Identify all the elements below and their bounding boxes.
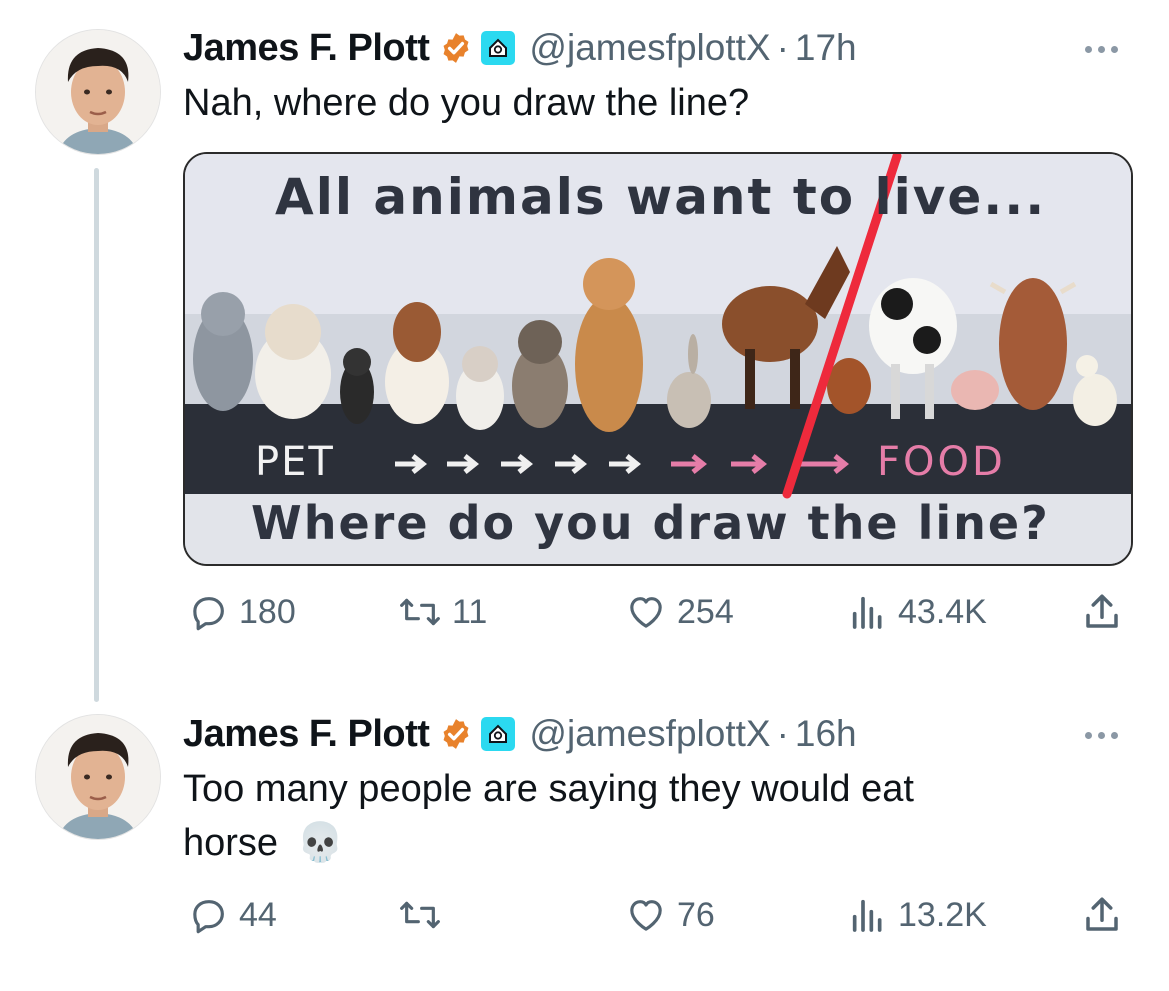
affiliate-badge-icon[interactable] [481,717,516,751]
author-name[interactable]: James F. Plott [183,713,430,756]
tweet-text-word: horse [183,822,279,864]
repost-icon [400,598,440,626]
tweet-text-line-1: Too many people are saying they would ea… [183,768,914,810]
billboard-question: Where do you draw the line? [251,496,1050,550]
author-name[interactable]: James F. Plott [183,27,430,70]
tweet-actions: 180 11 254 43.4K [183,590,1133,634]
avatar[interactable] [35,714,161,840]
author-handle[interactable]: @jamesfplottX [529,27,770,69]
tweet-image[interactable]: All animals want to live... PET FOOD Whe… [183,152,1133,566]
reply-count: 180 [239,592,296,631]
like-button[interactable]: 76 [625,893,715,937]
tweet-header: James F. Plott @jamesfplottX · 17h [183,24,857,72]
tweet-text: Too many people are saying they would ea… [183,762,914,870]
like-count: 76 [677,895,715,934]
repost-count: 11 [452,592,488,631]
reply-icon [193,900,224,934]
timestamp[interactable]: 16h [795,713,857,755]
avatar-image [36,30,160,154]
heart-icon [630,900,662,931]
views-button[interactable]: 13.2K [848,893,987,937]
animal-french-bulldog [512,320,568,428]
like-button[interactable]: 254 [625,590,734,634]
skull-emoji: 💀 [296,822,344,864]
more-dots-icon[interactable] [1082,726,1130,746]
timestamp[interactable]: 17h [795,27,857,69]
animal-cat [193,292,253,411]
separator-dot: · [776,713,789,754]
repost-button[interactable]: 11 [398,590,487,634]
verified-badge-icon[interactable] [439,31,473,65]
reply-icon [193,597,224,631]
tweet-header: James F. Plott @jamesfplottX · 16h [183,710,857,758]
pet-label: PET [255,439,335,485]
tweet-text-line-2: horse 💀 [183,816,914,870]
views-count: 13.2K [898,895,987,934]
like-count: 254 [677,592,734,631]
repost-button[interactable] [398,893,452,937]
animal-cat-2 [456,346,504,430]
share-icon [1086,897,1118,931]
share-button[interactable] [1081,893,1123,937]
heart-icon [630,597,662,628]
repost-icon [400,901,440,929]
views-count: 43.4K [898,592,987,631]
views-chart-icon [852,899,882,932]
author-handle[interactable]: @jamesfplottX [529,713,770,755]
reply-button[interactable]: 44 [189,893,277,937]
avatar-image [36,715,160,839]
views-chart-icon [852,596,882,629]
animal-kitten [340,348,374,424]
billboard-headline: All animals want to live... [275,168,1047,226]
animal-golden-retriever [575,258,643,432]
avatar[interactable] [35,29,161,155]
animal-chicken [827,358,871,414]
reply-button[interactable]: 180 [189,590,296,634]
views-button[interactable]: 43.4K [848,590,987,634]
more-dots-icon[interactable] [1082,40,1130,60]
separator-dot: · [776,27,789,68]
reply-count: 44 [239,895,277,934]
affiliate-badge-icon[interactable] [481,31,516,65]
verified-badge-icon[interactable] [439,717,473,751]
tweet-actions: 44 76 13.2K [183,893,1133,937]
share-button[interactable] [1081,590,1123,634]
animal-pig [951,370,999,410]
thread-connector-line [94,168,99,702]
share-icon [1086,594,1118,628]
tweet-text: Nah, where do you draw the line? [183,82,750,124]
food-label: FOOD [877,439,1006,485]
